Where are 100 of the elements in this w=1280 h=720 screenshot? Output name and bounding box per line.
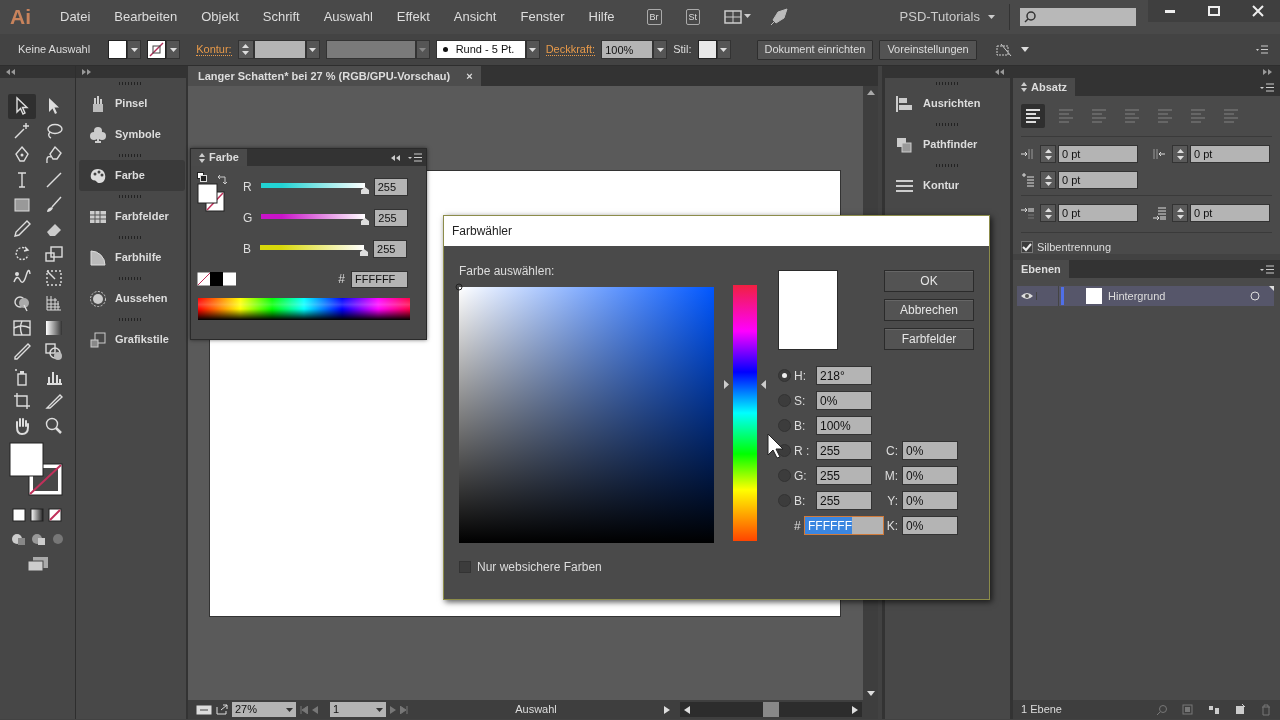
alignment-button[interactable]	[1021, 104, 1045, 128]
opacity-arrow-button[interactable]	[653, 40, 668, 59]
caret-icon[interactable]	[1020, 47, 1029, 52]
panel-button[interactable]: Farbfelder	[79, 201, 185, 232]
hex-field[interactable]: FFFFFF	[351, 270, 408, 288]
checkbox-label[interactable]: Nur websichere Farben	[477, 558, 602, 576]
screen-mode-icon[interactable]	[27, 556, 49, 573]
preferences-button[interactable]: Voreinstellungen	[879, 39, 977, 60]
previous-page-icon[interactable]	[312, 705, 318, 714]
value-field[interactable]: 0%	[902, 491, 958, 510]
panel-menu-icon[interactable]	[1256, 45, 1268, 54]
panel-button[interactable]: Grafikstile	[79, 324, 185, 355]
expand-icon[interactable]	[1263, 69, 1272, 75]
brush-dropdown[interactable]: Rund - 5 Pt.	[435, 40, 526, 59]
stepper-button[interactable]	[1040, 145, 1056, 163]
panel-button[interactable]: Kontur	[885, 170, 1010, 201]
slider-thumb[interactable]	[360, 187, 369, 194]
panel-button[interactable]: Ausrichten	[885, 88, 1010, 119]
indent-field[interactable]: 0 pt	[1190, 204, 1270, 222]
last-page-icon[interactable]	[400, 705, 408, 714]
color-spectrum[interactable]	[198, 298, 410, 320]
status-menu-icon[interactable]	[664, 705, 670, 714]
stroke-link[interactable]: Kontur:	[196, 43, 232, 56]
expand-icon[interactable]	[82, 69, 91, 75]
menu-item[interactable]: Ansicht	[441, 7, 509, 27]
color-mode-icon[interactable]	[12, 508, 26, 523]
target-circle-icon[interactable]	[1250, 291, 1260, 301]
horizontal-scrollbar[interactable]	[680, 702, 862, 717]
menu-item[interactable]: Schrift	[250, 7, 312, 27]
cancel-button[interactable]: Abbrechen	[884, 299, 974, 321]
value-field[interactable]: 218°	[816, 366, 872, 385]
swap-icon[interactable]	[217, 174, 228, 186]
opacity-field[interactable]: 100%	[601, 40, 654, 59]
panel-tab[interactable]: Farbe	[191, 149, 247, 166]
stroke-dropdown[interactable]	[166, 40, 181, 59]
document-tab[interactable]: Langer Schatten* bei 27 % (RGB/GPU-Vorschau) ×	[188, 66, 481, 86]
tool-button[interactable]	[8, 94, 36, 119]
value-field[interactable]: 0%	[902, 516, 958, 535]
indent-field[interactable]: 0 pt	[1058, 204, 1138, 222]
arrange-documents-icon[interactable]	[724, 10, 753, 24]
page-dropdown[interactable]: 1	[330, 702, 386, 717]
panel-button[interactable]: Pinsel	[79, 88, 185, 119]
panel-button[interactable]: Symbole	[79, 119, 185, 150]
slider-thumb[interactable]	[361, 218, 370, 225]
indent-field[interactable]: 0 pt	[1058, 145, 1138, 163]
stock-button[interactable]: St	[685, 9, 701, 25]
stroke-swatch[interactable]	[147, 40, 167, 59]
collapse-icon[interactable]	[391, 154, 400, 161]
export-icon[interactable]	[216, 704, 228, 715]
eye-icon[interactable]	[1019, 292, 1034, 300]
layer-name[interactable]: Hintergrund	[1108, 287, 1166, 305]
panel-button[interactable]: Pathfinder	[885, 129, 1010, 160]
panel-menu-icon[interactable]	[408, 153, 422, 162]
none-mode-icon[interactable]	[48, 508, 62, 523]
panel-menu-icon[interactable]	[1260, 264, 1274, 274]
menu-item[interactable]: Objekt	[189, 7, 251, 27]
new-layer-icon[interactable]	[1234, 703, 1246, 716]
style-swatch[interactable]	[697, 40, 717, 59]
fill-stroke-drawing[interactable]	[9, 442, 65, 499]
first-page-icon[interactable]	[300, 705, 308, 714]
value-field[interactable]: 255	[816, 466, 872, 485]
menu-item[interactable]: Hilfe	[576, 7, 627, 27]
width-profile-dropdown[interactable]	[325, 40, 416, 59]
channel-value-field[interactable]: 255	[373, 178, 408, 196]
indent-field[interactable]: 0 pt	[1058, 171, 1138, 189]
hue-slider-thumb[interactable]	[724, 380, 766, 390]
fill-stroke-drawing[interactable]	[197, 182, 225, 212]
panel-tab[interactable]: Ebenen	[1013, 260, 1069, 278]
indent-field[interactable]: 0 pt	[1190, 145, 1270, 163]
quick-swatches-icon[interactable]	[197, 272, 237, 286]
swatches-button[interactable]: Farbfelder	[884, 328, 974, 350]
panel-button[interactable]: Aussehen	[79, 283, 185, 314]
tab-close-button[interactable]: ×	[466, 67, 473, 85]
menu-item[interactable]: Effekt	[384, 7, 442, 27]
stepper-button[interactable]	[1172, 145, 1188, 163]
menu-item[interactable]: Bearbeiten	[102, 7, 190, 27]
value-field[interactable]: 255	[816, 441, 872, 460]
draw-behind-icon[interactable]	[30, 532, 46, 547]
checkbox-label[interactable]: Silbentrennung	[1037, 239, 1111, 256]
opacity-link[interactable]: Deckkraft:	[545, 43, 596, 56]
value-field[interactable]: 100%	[816, 416, 872, 435]
value-field[interactable]: 0%	[816, 391, 872, 410]
panel-tab[interactable]: Absatz	[1013, 78, 1076, 96]
draw-normal-icon[interactable]	[10, 532, 26, 547]
slider-thumb[interactable]	[360, 249, 368, 256]
panel-button[interactable]: Farbe	[79, 160, 185, 191]
checkbox[interactable]	[1021, 241, 1033, 254]
stepper-button[interactable]	[1040, 204, 1056, 222]
ok-button[interactable]: OK	[884, 270, 974, 292]
stepper-button[interactable]	[1040, 171, 1056, 189]
fill-dropdown[interactable]	[127, 40, 142, 59]
default-colors-icon[interactable]	[197, 172, 207, 182]
value-field[interactable]: 0%	[902, 466, 958, 485]
hex-field[interactable]: FFFFFF	[804, 516, 884, 535]
workspace-switcher[interactable]: PSD-Tutorials	[899, 7, 980, 27]
artboard-nav-icon[interactable]	[196, 704, 212, 715]
stroke-width-field[interactable]	[253, 40, 306, 59]
value-field[interactable]: 0%	[902, 441, 958, 460]
channel-value-field[interactable]: 255	[373, 240, 407, 258]
collapse-icon[interactable]	[995, 69, 1004, 75]
